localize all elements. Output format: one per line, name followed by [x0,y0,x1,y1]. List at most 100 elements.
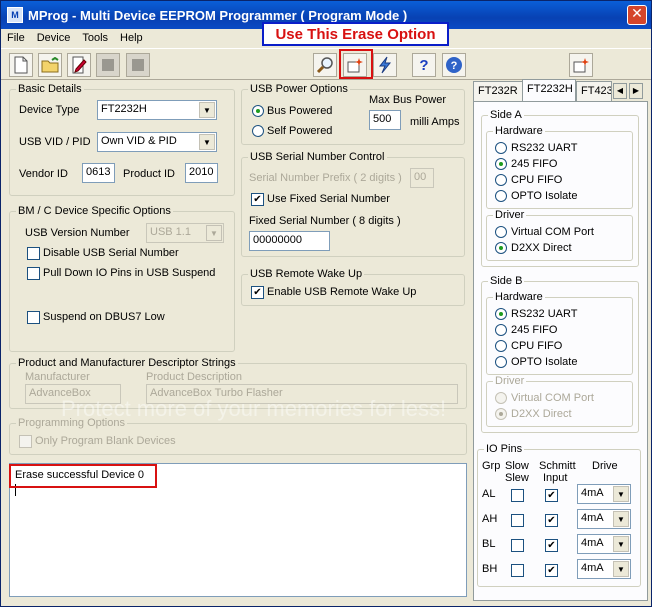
io-row-ah-label: AH [482,513,498,525]
bus-powered-radio[interactable] [252,105,264,117]
window-title: MProg - Multi Device EEPROM Programmer (… [28,7,408,23]
side-a-opto-radio[interactable] [495,190,507,202]
side-a-opto-label: OPTO Isolate [511,190,578,202]
io-bl-drive-value: 4mA [581,537,604,549]
side-a-245fifo-label: 245 FIFO [511,158,558,170]
erase-button-right[interactable] [569,53,593,77]
side-a-d2xx-label: D2XX Direct [511,242,572,254]
remote-wake-checkbox[interactable]: ✔ [251,286,264,299]
tab-scroll-left-button[interactable]: ◀ [613,83,627,99]
question-icon: ? [419,56,429,74]
vendor-id-label: Vendor ID [19,168,68,180]
bus-powered-label: Bus Powered [267,105,333,117]
side-b-opto-radio[interactable] [495,356,507,368]
disabled-button-2[interactable] [126,53,150,77]
open-folder-icon [41,57,59,73]
suspend-checkbox[interactable] [27,311,40,324]
side-b-vcp-radio[interactable] [495,392,507,404]
power-options-legend: USB Power Options [250,83,348,95]
chevron-down-icon: ▼ [199,134,215,150]
tab-ft423[interactable]: FT423 [576,81,612,101]
tab-scroll-right-button[interactable]: ▶ [629,83,643,99]
side-a-driver-legend: Driver [495,209,525,221]
side-b-245fifo-radio[interactable] [495,324,507,336]
side-b-hardware-legend: Hardware [495,291,543,303]
io-bl-slew-checkbox[interactable] [511,539,524,552]
menu-help[interactable]: Help [114,32,149,44]
vidpid-select[interactable]: Own VID & PID ▼ [97,132,217,152]
side-b-rs232-radio[interactable] [495,308,507,320]
product-description-input[interactable]: AdvanceBox Turbo Flasher [146,384,458,404]
side-b-d2xx-radio[interactable] [495,408,507,420]
io-al-schmitt-checkbox[interactable]: ✔ [545,489,558,502]
side-a-rs232-radio[interactable] [495,142,507,154]
tab-ft232r[interactable]: FT232R [473,81,523,101]
device-type-label: Device Type [19,104,80,116]
new-file-button[interactable] [9,53,33,77]
milli-amps-label: milli Amps [410,116,460,128]
info-icon: ? [446,57,462,73]
program-button[interactable] [373,53,397,77]
side-b-245fifo-label: 245 FIFO [511,324,558,336]
io-bl-schmitt-checkbox[interactable]: ✔ [545,539,558,552]
chevron-down-icon: ▼ [199,102,215,118]
pulldown-checkbox[interactable] [27,267,40,280]
edit-template-button[interactable] [67,53,91,77]
max-bus-power-input[interactable]: 500 [369,110,401,130]
side-b-cpufifo-label: CPU FIFO [511,340,563,352]
menu-device[interactable]: Device [31,32,77,44]
io-bh-drive-select[interactable]: 4mA ▼ [577,559,631,579]
edit-document-icon [72,56,87,74]
tab-ft2232h[interactable]: FT2232H [522,79,576,101]
new-file-icon [14,56,28,74]
side-a-vcp-radio[interactable] [495,226,507,238]
manufacturer-input[interactable]: AdvanceBox [25,384,121,404]
scan-button[interactable] [313,53,337,77]
io-ah-schmitt-checkbox[interactable]: ✔ [545,514,558,527]
io-row-al-label: AL [482,488,496,500]
chevron-down-icon: ▼ [613,536,629,552]
side-a-cpufifo-radio[interactable] [495,174,507,186]
gray-square-icon [102,59,114,71]
io-bl-drive-select[interactable]: 4mA ▼ [577,534,631,554]
menu-tools[interactable]: Tools [76,32,114,44]
serial-prefix-input[interactable]: 00 [410,168,434,188]
remote-wake-legend: USB Remote Wake Up [250,268,363,280]
io-bh-slew-checkbox[interactable] [511,564,524,577]
io-al-slew-checkbox[interactable] [511,489,524,502]
help-button[interactable]: ? [412,53,436,77]
disabled-button-1[interactable] [96,53,120,77]
io-al-drive-value: 4mA [581,487,604,499]
io-ah-slew-checkbox[interactable] [511,514,524,527]
fixed-serial-checkbox[interactable]: ✔ [251,193,264,206]
fixed-serial-label: Use Fixed Serial Number [267,193,390,205]
product-id-input[interactable]: 2010 [185,163,218,183]
serial-prefix-label: Serial Number Prefix ( 2 digits ) [249,172,402,184]
side-a-d2xx-radio[interactable] [495,242,507,254]
device-type-select[interactable]: FT2232H ▼ [97,100,217,120]
about-button[interactable]: ? [442,53,466,77]
io-al-drive-select[interactable]: 4mA ▼ [577,484,631,504]
fixed-serial-input[interactable]: 00000000 [249,231,330,251]
disable-serial-label: Disable USB Serial Number [43,247,179,259]
io-input-header: Input [543,472,568,484]
io-bh-schmitt-checkbox[interactable]: ✔ [545,564,558,577]
self-powered-radio[interactable] [252,125,264,137]
side-b-cpufifo-radio[interactable] [495,340,507,352]
blank-only-checkbox[interactable] [19,435,32,448]
vendor-id-input[interactable]: 0613 [82,163,115,183]
disable-serial-checkbox[interactable] [27,247,40,260]
side-b-driver-legend: Driver [495,375,525,387]
main-window: M MProg - Multi Device EEPROM Programmer… [0,0,652,607]
log-highlight-box [9,464,157,488]
io-row-bl-label: BL [482,538,496,550]
close-button[interactable]: ✕ [627,5,647,25]
open-file-button[interactable] [38,53,62,77]
usb-version-select[interactable]: USB 1.1 ▼ [146,223,224,243]
fixed-serial-number-label: Fixed Serial Number ( 8 digits ) [249,215,401,227]
side-a-vcp-label: Virtual COM Port [511,226,594,238]
side-a-245fifo-radio[interactable] [495,158,507,170]
menu-file[interactable]: File [1,32,31,44]
io-ah-drive-select[interactable]: 4mA ▼ [577,509,631,529]
gray-square-icon [132,59,144,71]
